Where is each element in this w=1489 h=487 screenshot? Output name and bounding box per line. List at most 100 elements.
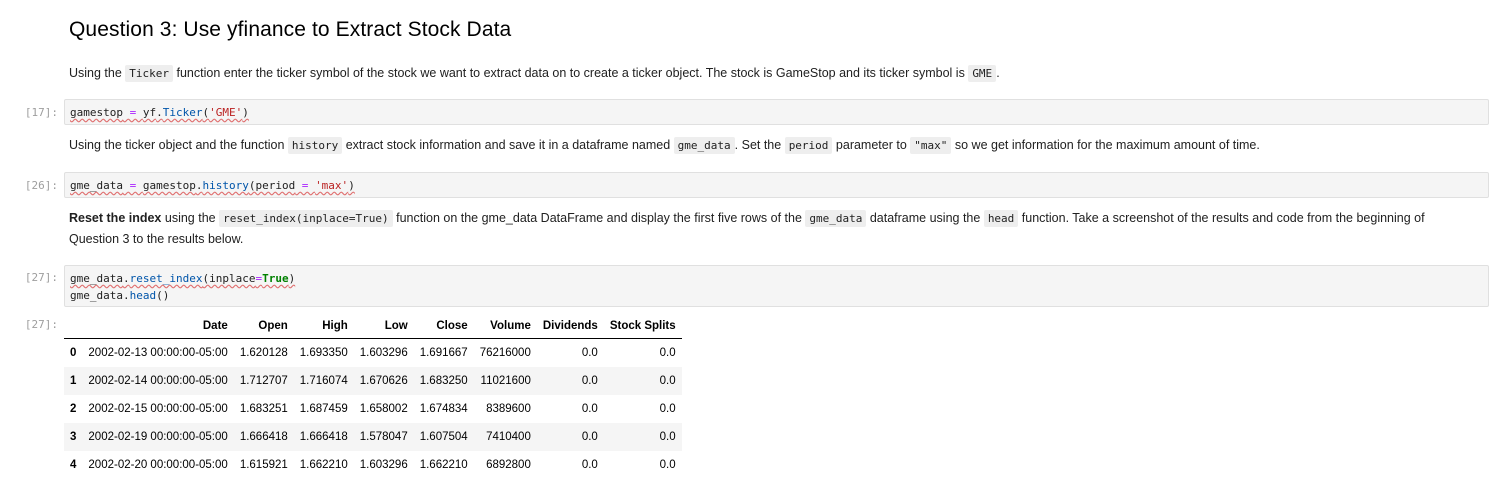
cell-open: 1.712707 [233, 367, 294, 395]
code-token: gme_data [70, 179, 123, 192]
cell-date: 2002-02-14 00:00:00-05:00 [82, 367, 234, 395]
table-row: 4 2002-02-20 00:00:00-05:00 1.615921 1.6… [64, 451, 682, 479]
cell-stock-splits: 0.0 [603, 423, 682, 451]
code-token: (inplace [202, 272, 256, 285]
md-text: extract stock information and save it in… [342, 138, 674, 152]
cell-low: 1.603296 [359, 459, 408, 471]
md-text: . Set the [734, 138, 785, 152]
code-cell-26[interactable]: gme_data = gamestop.history(period = 'ma… [64, 172, 1489, 198]
md-text: dataframe using the [866, 211, 984, 225]
md-text: Using the ticker object and the function [69, 138, 288, 152]
inline-code-reset-index: reset_index(inplace=True) [219, 210, 393, 227]
code-token: = [122, 106, 143, 119]
cell-low: 1.658002 [359, 403, 408, 415]
code-token: reset_index [129, 272, 203, 285]
row-index: 0 [70, 347, 77, 359]
notebook: Question 3: Use yfinance to Extract Stoc… [0, 0, 1489, 487]
inline-code-gme: GME [968, 65, 997, 82]
question-heading: Question 3: Use yfinance to Extract Stoc… [69, 18, 512, 41]
code-token: ) [288, 272, 296, 285]
md-text: using the [161, 211, 220, 225]
input-prompt-17: [17]: [24, 106, 58, 119]
column-header-high: High [293, 314, 354, 339]
column-header-stock-splits: Stock Splits [603, 314, 682, 339]
row-index: 4 [70, 459, 77, 471]
cell-open: 1.666418 [233, 423, 294, 451]
cell-dividends: 0.0 [581, 403, 598, 415]
cell-high: 1.716074 [293, 367, 354, 395]
code-token: gamestop [142, 179, 196, 192]
code-token: () [156, 289, 170, 302]
code-token: . [156, 106, 163, 119]
code-token: 'GME' [209, 106, 243, 119]
code-token: True [262, 272, 289, 285]
cell-open: 1.615921 [239, 459, 288, 471]
cell-close: 1.691667 [419, 347, 468, 359]
cell-stock-splits: 0.0 [603, 367, 682, 395]
code-token: gamestop [70, 106, 123, 119]
cell-dividends: 0.0 [536, 423, 604, 451]
markdown-cell-history-instructions[interactable]: Using the ticker object and the function… [69, 135, 1459, 156]
column-header-date: Date [82, 314, 234, 339]
cell-date: 2002-02-19 00:00:00-05:00 [82, 423, 234, 451]
cell-open: 1.683251 [239, 403, 288, 415]
cell-date: 2002-02-20 00:00:00-05:00 [88, 459, 228, 471]
code-token: ) [348, 179, 355, 192]
cell-date: 2002-02-15 00:00:00-05:00 [88, 403, 228, 415]
md-bold-text: Reset the index [69, 211, 162, 225]
md-text: parameter to [832, 138, 911, 152]
code-token: . [122, 289, 130, 302]
cell-close: 1.683250 [413, 367, 474, 395]
cell-stock-splits: 0.0 [659, 403, 676, 415]
markdown-cell-reset-index-instructions[interactable]: Reset the index using the reset_index(in… [69, 208, 1459, 249]
cell-volume: 11021600 [473, 367, 537, 395]
code-token: gme_data [70, 289, 123, 302]
cell-close: 1.674834 [419, 403, 468, 415]
dataframe-output: Date Open High Low Close Volume Dividend… [64, 314, 682, 479]
cell-low: 1.603296 [359, 347, 408, 359]
cell-stock-splits: 0.0 [659, 459, 676, 471]
table-row: 3 2002-02-19 00:00:00-05:00 1.666418 1.6… [64, 423, 682, 451]
code-token: 'max' [315, 179, 349, 192]
code-token: = [122, 179, 143, 192]
md-text: function enter the ticker symbol of the … [173, 66, 969, 80]
code-cell-17[interactable]: gamestop = yf.Ticker('GME') [64, 99, 1489, 125]
cell-high: 1.666418 [293, 423, 354, 451]
cell-dividends: 0.0 [581, 347, 598, 359]
code-token: history [202, 179, 249, 192]
inline-code-head: head [983, 210, 1019, 227]
code-token: gme_data [70, 272, 123, 285]
cell-high: 1.687459 [299, 403, 348, 415]
markdown-cell-ticker-instructions[interactable]: Using the Ticker function enter the tick… [69, 63, 1459, 84]
input-prompt-27: [27]: [24, 271, 58, 284]
code-token: head [129, 289, 157, 302]
inline-code-max: "max" [910, 137, 952, 154]
column-header-close: Close [413, 314, 474, 339]
column-header-index [64, 314, 83, 339]
table-row: 2 2002-02-15 00:00:00-05:00 1.683251 1.6… [64, 395, 682, 423]
column-header-volume: Volume [473, 314, 537, 339]
code-token: = [295, 179, 316, 192]
md-text: function on the gme_data DataFrame and d… [392, 211, 806, 225]
code-cell-27[interactable]: gme_data.reset_index(inplace=True) gme_d… [64, 265, 1489, 307]
row-index: 2 [70, 403, 77, 415]
cell-close: 1.607504 [413, 423, 474, 451]
inline-code-ticker: Ticker [125, 65, 174, 82]
cell-date: 2002-02-13 00:00:00-05:00 [88, 347, 228, 359]
cell-volume: 7410400 [473, 423, 537, 451]
code-token: yf [142, 106, 157, 119]
cell-volume: 76216000 [479, 347, 531, 359]
cell-open: 1.620128 [239, 347, 288, 359]
code-token: Ticker [162, 106, 203, 119]
md-text: so we get information for the maximum am… [951, 138, 1260, 152]
column-header-low: Low [353, 314, 414, 339]
md-text: Using the [69, 66, 126, 80]
inline-code-history: history [287, 137, 343, 154]
inline-code-period: period [784, 137, 833, 154]
cell-close: 1.662210 [419, 459, 468, 471]
cell-stock-splits: 0.0 [659, 347, 676, 359]
dataframe-header-row: Date Open High Low Close Volume Dividend… [64, 314, 682, 339]
cell-low: 1.670626 [353, 367, 414, 395]
cell-volume: 6892800 [486, 459, 531, 471]
cell-high: 1.662210 [299, 459, 348, 471]
